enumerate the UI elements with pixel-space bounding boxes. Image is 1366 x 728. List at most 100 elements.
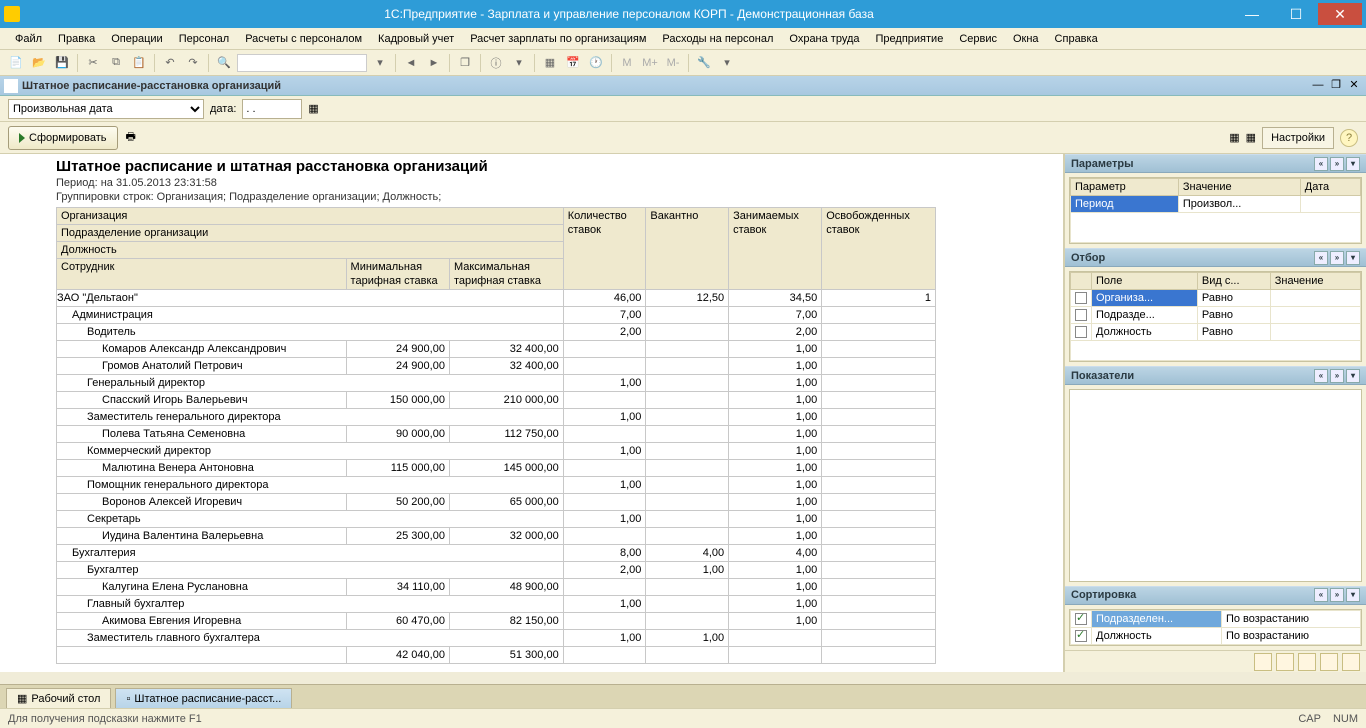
param-row[interactable]: ПериодПроизвол...	[1071, 196, 1361, 213]
memory-m-icon[interactable]: M	[617, 53, 637, 73]
menu-windows[interactable]: Окна	[1006, 30, 1046, 48]
help-icon[interactable]: ?	[1340, 129, 1358, 147]
table-row[interactable]: Администрация7,007,00	[57, 307, 936, 324]
doc-minimize-button[interactable]: —	[1310, 78, 1326, 94]
table-row[interactable]: 42 040,0051 300,00	[57, 647, 936, 664]
filter-row[interactable]: ДолжностьРавно	[1071, 324, 1361, 341]
mtb-save-icon[interactable]	[1342, 653, 1360, 671]
mtb-open-icon[interactable]	[1320, 653, 1338, 671]
open-icon[interactable]: 📂	[29, 53, 49, 73]
menu-edit[interactable]: Правка	[51, 30, 102, 48]
mtb2-icon[interactable]	[1276, 653, 1294, 671]
calc-icon[interactable]: ▦	[540, 53, 560, 73]
table-row[interactable]: Комаров Александр Александрович24 900,00…	[57, 341, 936, 358]
table-row[interactable]: Иудина Валентина Валерьевна25 300,0032 0…	[57, 528, 936, 545]
menu-calc[interactable]: Расчеты с персоналом	[238, 30, 369, 48]
table-row[interactable]: Воронов Алексей Игоревич50 200,0065 000,…	[57, 494, 936, 511]
undo-icon[interactable]: ↶	[160, 53, 180, 73]
table-row[interactable]: Заместитель генерального директора1,001,…	[57, 409, 936, 426]
print-icon[interactable]: 🖶	[126, 128, 136, 147]
panel-prev-icon[interactable]: «	[1314, 157, 1328, 171]
settings-mini-toolbar	[1065, 650, 1366, 672]
calendar-icon[interactable]: 📅	[563, 53, 583, 73]
doc-restore-button[interactable]: ❐	[1328, 78, 1344, 94]
grid-icon[interactable]: ▦	[1246, 131, 1256, 144]
table-row[interactable]: Водитель2,002,00	[57, 324, 936, 341]
menu-operations[interactable]: Операции	[104, 30, 169, 48]
menu-enterprise[interactable]: Предприятие	[869, 30, 951, 48]
menu-file[interactable]: Файл	[8, 30, 49, 48]
table-row[interactable]: Бухгалтер2,001,001,00	[57, 562, 936, 579]
clock-icon[interactable]: 🕐	[586, 53, 606, 73]
maximize-button[interactable]: ☐	[1274, 3, 1318, 25]
info-icon[interactable]: ⓘ	[486, 53, 506, 73]
date-field[interactable]: . .	[242, 99, 302, 119]
checkbox[interactable]	[1075, 630, 1087, 642]
close-button[interactable]: ✕	[1318, 3, 1362, 25]
checkbox[interactable]	[1075, 292, 1087, 304]
checkbox[interactable]	[1075, 326, 1087, 338]
table-row[interactable]: Акимова Евгения Игоревна60 470,0082 150,…	[57, 613, 936, 630]
memory-mminus-icon[interactable]: M-	[663, 53, 683, 73]
table-row[interactable]: Коммерческий директор1,001,00	[57, 443, 936, 460]
forward-icon[interactable]: ►	[424, 53, 444, 73]
save-icon[interactable]: 💾	[52, 53, 72, 73]
search-icon[interactable]: 🔍	[214, 53, 234, 73]
form-button[interactable]: Сформировать	[8, 126, 118, 150]
doc-close-button[interactable]: ✕	[1346, 78, 1362, 94]
paste-icon[interactable]: 📋	[129, 53, 149, 73]
menu-safety[interactable]: Охрана труда	[782, 30, 866, 48]
table-row[interactable]: ЗАО "Дельтаон"46,0012,5034,501	[57, 290, 936, 307]
chart-icon[interactable]: ▦	[1229, 131, 1239, 144]
period-mode-select[interactable]: Произвольная дата	[8, 99, 204, 119]
cut-icon[interactable]: ✂	[83, 53, 103, 73]
menu-payroll[interactable]: Расчет зарплаты по организациям	[463, 30, 653, 48]
dropdown2-icon[interactable]: ▾	[717, 53, 737, 73]
back-icon[interactable]: ◄	[401, 53, 421, 73]
dropdown-icon[interactable]: ▾	[509, 53, 529, 73]
table-row[interactable]: Малютина Венера Антоновна115 000,00145 0…	[57, 460, 936, 477]
menu-hr[interactable]: Кадровый учет	[371, 30, 461, 48]
table-row[interactable]: Спасский Игорь Валерьевич150 000,00210 0…	[57, 392, 936, 409]
window-title: 1С:Предприятие - Зарплата и управление п…	[28, 7, 1230, 21]
sort-row[interactable]: ДолжностьПо возрастанию	[1071, 627, 1361, 644]
search-input[interactable]	[237, 54, 367, 72]
table-row[interactable]: Секретарь1,001,00	[57, 511, 936, 528]
memory-mplus-icon[interactable]: M+	[640, 53, 660, 73]
table-row[interactable]: Калугина Елена Руслановна34 110,0048 900…	[57, 579, 936, 596]
panel-next-icon[interactable]: »	[1330, 157, 1344, 171]
report-grouping: Группировки строк: Организация; Подразде…	[56, 191, 1055, 203]
tab-document[interactable]: ▫Штатное расписание-расст...	[115, 688, 292, 708]
checkbox[interactable]	[1075, 309, 1087, 321]
work-area: Штатное расписание и штатная расстановка…	[0, 154, 1366, 672]
copy-icon[interactable]: ⧉	[106, 53, 126, 73]
table-row[interactable]: Заместитель главного бухгалтера1,001,00	[57, 630, 936, 647]
new-icon[interactable]: 📄	[6, 53, 26, 73]
table-row[interactable]: Генеральный директор1,001,00	[57, 375, 936, 392]
mtb1-icon[interactable]	[1254, 653, 1272, 671]
settings-button[interactable]: Настройки	[1262, 127, 1334, 149]
panel-menu-icon[interactable]: ▾	[1346, 157, 1360, 171]
search-next-icon[interactable]: ▾	[370, 53, 390, 73]
menu-expenses[interactable]: Расходы на персонал	[655, 30, 780, 48]
redo-icon[interactable]: ↷	[183, 53, 203, 73]
wrench-icon[interactable]: 🔧	[694, 53, 714, 73]
filter-row[interactable]: Подразде...Равно	[1071, 307, 1361, 324]
sort-row[interactable]: Подразделен...По возрастанию	[1071, 610, 1361, 627]
table-row[interactable]: Помощник генерального директора1,001,00	[57, 477, 936, 494]
date-picker-icon[interactable]: ▦	[308, 102, 318, 115]
menu-service[interactable]: Сервис	[952, 30, 1004, 48]
menu-help[interactable]: Справка	[1048, 30, 1105, 48]
menu-personnel[interactable]: Персонал	[172, 30, 237, 48]
tab-desktop[interactable]: ▦Рабочий стол	[6, 688, 111, 708]
report-pane[interactable]: Штатное расписание и штатная расстановка…	[0, 154, 1064, 672]
checkbox[interactable]	[1075, 613, 1087, 625]
table-row[interactable]: Главный бухгалтер1,001,00	[57, 596, 936, 613]
table-row[interactable]: Бухгалтерия8,004,004,00	[57, 545, 936, 562]
windows-icon[interactable]: ❐	[455, 53, 475, 73]
table-row[interactable]: Громов Анатолий Петрович24 900,0032 400,…	[57, 358, 936, 375]
mtb-wrench-icon[interactable]	[1298, 653, 1316, 671]
filter-row[interactable]: Организа...Равно	[1071, 290, 1361, 307]
table-row[interactable]: Полева Татьяна Семеновна90 000,00112 750…	[57, 426, 936, 443]
minimize-button[interactable]: —	[1230, 3, 1274, 25]
